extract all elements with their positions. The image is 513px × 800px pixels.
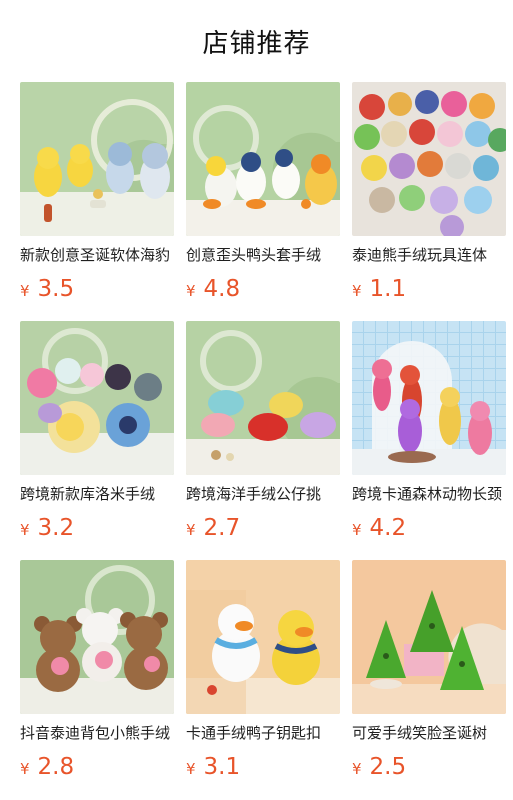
product-price: ¥ 3.2 (20, 515, 174, 541)
product-image[interactable] (352, 560, 506, 714)
header: 店铺推荐 (0, 0, 513, 82)
product-price: ¥ 3.1 (186, 754, 340, 780)
price-amount: 4.8 (203, 276, 241, 302)
product-card[interactable]: 跨境卡通森林动物长颈 ¥ 4.2 (352, 321, 506, 541)
smiley-tree-plush-image (352, 560, 506, 714)
product-price: ¥ 3.5 (20, 276, 174, 302)
product-image[interactable] (186, 560, 340, 714)
product-name[interactable]: 泰迪熊手绒玩具连体 (352, 246, 506, 264)
kuromi-plush-image (20, 321, 174, 475)
currency-symbol: ¥ (186, 282, 196, 300)
product-name[interactable]: 跨境卡通森林动物长颈 (352, 485, 506, 503)
currency-symbol: ¥ (186, 760, 196, 778)
price-amount: 3.5 (37, 276, 75, 302)
product-name[interactable]: 卡通手绒鸭子钥匙扣 (186, 724, 340, 742)
price-amount: 3.2 (37, 515, 75, 541)
product-card[interactable]: 抖音泰迪背包小熊手绒 ¥ 2.8 (20, 560, 174, 780)
product-card[interactable]: 创意歪头鸭头套手绒 ¥ 4.8 (186, 82, 340, 302)
product-price: ¥ 4.8 (186, 276, 340, 302)
product-image[interactable] (20, 321, 174, 475)
chicks-plush-image (20, 82, 174, 236)
product-card[interactable]: 新款创意圣诞软体海豹 ¥ 3.5 (20, 82, 174, 302)
currency-symbol: ¥ (186, 521, 196, 539)
currency-symbol: ¥ (352, 760, 362, 778)
product-card[interactable]: 跨境新款库洛米手绒 ¥ 3.2 (20, 321, 174, 541)
product-name[interactable]: 创意歪头鸭头套手绒 (186, 246, 340, 264)
page-title: 店铺推荐 (202, 28, 311, 59)
price-amount: 1.1 (369, 276, 407, 302)
product-name[interactable]: 抖音泰迪背包小熊手绒 (20, 724, 174, 742)
product-card[interactable]: 可爱手绒笑脸圣诞树 ¥ 2.5 (352, 560, 506, 780)
product-name[interactable]: 新款创意圣诞软体海豹 (20, 246, 174, 264)
product-grid: 新款创意圣诞软体海豹 ¥ 3.5 创意歪头鸭头套手绒 ¥ 4.8 泰迪熊手绒玩具… (0, 82, 513, 800)
sea-creatures-plush-image (186, 321, 340, 475)
product-name[interactable]: 跨境新款库洛米手绒 (20, 485, 174, 503)
product-name[interactable]: 可爱手绒笑脸圣诞树 (352, 724, 506, 742)
currency-symbol: ¥ (352, 521, 362, 539)
forest-deer-plush-image (352, 321, 506, 475)
product-image[interactable] (20, 560, 174, 714)
price-amount: 2.5 (369, 754, 407, 780)
product-image[interactable] (352, 82, 506, 236)
teddy-backpack-bears-image (20, 560, 174, 714)
currency-symbol: ¥ (20, 521, 30, 539)
product-card[interactable]: 跨境海洋手绒公仔挑 ¥ 2.7 (186, 321, 340, 541)
price-amount: 4.2 (369, 515, 407, 541)
currency-symbol: ¥ (20, 760, 30, 778)
product-price: ¥ 2.7 (186, 515, 340, 541)
product-price: ¥ 1.1 (352, 276, 506, 302)
currency-symbol: ¥ (20, 282, 30, 300)
price-amount: 2.7 (203, 515, 241, 541)
product-image[interactable] (20, 82, 174, 236)
price-amount: 3.1 (203, 754, 241, 780)
teddy-bears-image (352, 82, 506, 236)
product-name[interactable]: 跨境海洋手绒公仔挑 (186, 485, 340, 503)
price-amount: 2.8 (37, 754, 75, 780)
product-image[interactable] (186, 82, 340, 236)
product-image[interactable] (186, 321, 340, 475)
product-card[interactable]: 泰迪熊手绒玩具连体 ¥ 1.1 (352, 82, 506, 302)
product-price: ¥ 4.2 (352, 515, 506, 541)
product-price: ¥ 2.8 (20, 754, 174, 780)
currency-symbol: ¥ (352, 282, 362, 300)
duck-keychain-image (186, 560, 340, 714)
product-price: ¥ 2.5 (352, 754, 506, 780)
product-card[interactable]: 卡通手绒鸭子钥匙扣 ¥ 3.1 (186, 560, 340, 780)
product-image[interactable] (352, 321, 506, 475)
ducks-plush-image (186, 82, 340, 236)
